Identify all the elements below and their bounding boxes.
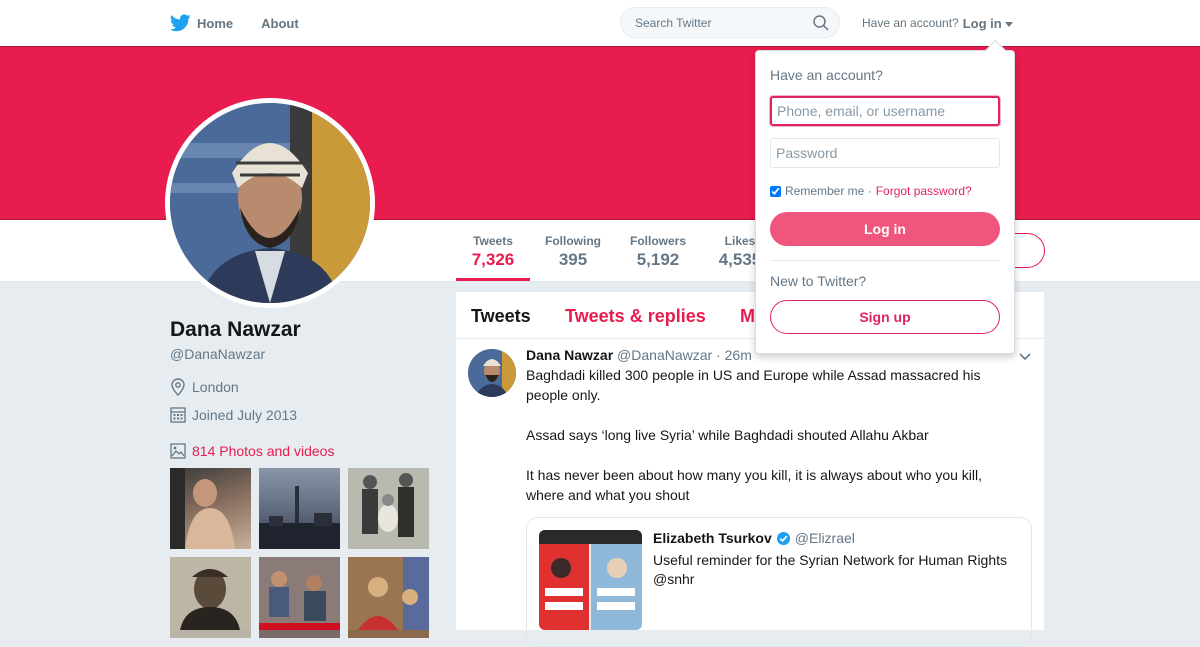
stat-followers[interactable]: Followers 5,192 — [621, 220, 695, 281]
stat-value: 5,192 — [636, 250, 680, 269]
photo-thumbnail[interactable] — [348, 468, 429, 549]
tweet-paragraph: Baghdadi killed 300 people in US and Eur… — [526, 367, 981, 403]
tweet-avatar[interactable] — [468, 349, 516, 397]
photo-thumbnail[interactable] — [170, 468, 251, 549]
remember-label: Remember me · — [785, 184, 872, 198]
photo-person-icon — [170, 468, 235, 549]
active-tab-indicator — [456, 278, 530, 281]
image-icon — [170, 443, 186, 459]
location-text: London — [192, 379, 239, 395]
login-link-label: Log in — [962, 15, 1002, 31]
dropdown-title: Have an account? — [770, 67, 883, 83]
caret-down-icon — [1004, 21, 1013, 27]
avatar-image — [170, 103, 370, 303]
photo-thumbnail[interactable] — [259, 557, 340, 638]
quoted-tweet-text: Useful reminder for the Syrian Network f… — [653, 552, 1008, 587]
photo-group-icon — [348, 468, 429, 549]
forgot-password-link[interactable]: Forgot password? — [876, 184, 972, 198]
profile-handle: @DanaNawzar — [170, 346, 266, 362]
tweet-timestamp[interactable]: · 26m — [716, 347, 752, 363]
tweet-text: Baghdadi killed 300 people in US and Eur… — [526, 365, 996, 525]
stat-tweets[interactable]: Tweets 7,326 — [456, 220, 530, 281]
stat-label: Following — [545, 234, 601, 248]
photo-thumbnail[interactable] — [348, 557, 429, 638]
avatar-photo-icon — [468, 349, 516, 397]
profile-joined: Joined July 2013 — [170, 406, 297, 423]
remember-checkbox[interactable] — [770, 185, 781, 197]
quoted-tweet-image — [539, 530, 642, 630]
divider — [770, 260, 1000, 261]
login-button[interactable]: Log in — [770, 212, 1000, 246]
password-field[interactable] — [770, 138, 1000, 168]
profile-location: London — [170, 378, 239, 396]
photo-painting-icon — [348, 557, 429, 630]
quoted-tweet-header: Elizabeth Tsurkov @Elizrael — [653, 530, 855, 546]
photo-portrait-icon — [170, 557, 251, 630]
tab-tweets[interactable]: Tweets — [471, 306, 531, 327]
joined-text: Joined July 2013 — [192, 406, 298, 423]
quoted-tweet[interactable]: Elizabeth Tsurkov @Elizrael Useful remin… — [526, 517, 1032, 647]
tweet-header: Dana Nawzar @DanaNawzar · 26m — [526, 347, 752, 363]
quoted-author-name: Elizabeth Tsurkov — [653, 530, 772, 546]
twitter-bird-icon — [170, 14, 191, 32]
avatar-photo-icon — [170, 103, 370, 303]
search-input[interactable] — [633, 14, 807, 31]
nav-about[interactable]: About — [261, 16, 299, 31]
stat-value: 7,326 — [471, 250, 515, 269]
quoted-author-handle: @Elizrael — [794, 530, 855, 546]
chevron-down-icon[interactable] — [1018, 352, 1032, 362]
photo-thumbnail[interactable] — [170, 557, 251, 638]
tweet-paragraph: It has never been about how many you kil… — [526, 467, 983, 503]
location-pin-icon — [171, 378, 185, 396]
tweet-author-handle[interactable]: @DanaNawzar — [617, 347, 712, 363]
tweet-author-name[interactable]: Dana Nawzar — [526, 347, 613, 363]
signup-button[interactable]: Sign up — [770, 300, 1000, 334]
tab-tweets-replies[interactable]: Tweets & replies — [565, 306, 706, 327]
nav-about-label: About — [261, 15, 299, 31]
photos-videos-link[interactable]: 814 Photos and videos — [170, 443, 334, 459]
photo-thumbnail[interactable] — [259, 468, 340, 549]
account-prompt: Have an account? — [862, 16, 959, 30]
username-field[interactable] — [770, 96, 1000, 126]
stat-value: 395 — [558, 250, 588, 269]
stat-label: Followers — [629, 234, 686, 248]
login-dropdown: Have an account? Remember me · Forgot pa… — [755, 39, 1015, 354]
calendar-icon — [170, 407, 186, 423]
verified-badge-icon — [776, 531, 790, 545]
account-area: Have an account? Log in — [862, 0, 1013, 46]
search-box — [620, 7, 840, 38]
photo-crowd-icon — [259, 557, 340, 630]
login-dropdown-toggle[interactable]: Log in — [963, 16, 1013, 31]
top-nav: Home About Have an account? Log in — [0, 0, 1200, 47]
tab-media[interactable]: M — [740, 306, 755, 327]
stat-label: Tweets — [473, 234, 513, 248]
infographic-icon — [539, 530, 642, 630]
photo-city-icon — [259, 486, 340, 549]
tweet-paragraph: Assad says ‘long live Syria’ while Baghd… — [526, 427, 929, 443]
profile-avatar[interactable] — [165, 98, 375, 308]
nav-home[interactable]: Home — [170, 14, 233, 32]
search-icon[interactable] — [813, 15, 829, 31]
stat-following[interactable]: Following 395 — [536, 220, 610, 281]
profile-name: Dana Nawzar — [170, 318, 301, 341]
nav-home-label: Home — [197, 15, 234, 31]
new-to-twitter-text: New to Twitter? — [770, 273, 867, 289]
nav-left: Home About — [170, 0, 327, 46]
photos-videos-label: 814 Photos and videos — [192, 443, 335, 459]
remember-row: Remember me · Forgot password? — [770, 184, 972, 198]
